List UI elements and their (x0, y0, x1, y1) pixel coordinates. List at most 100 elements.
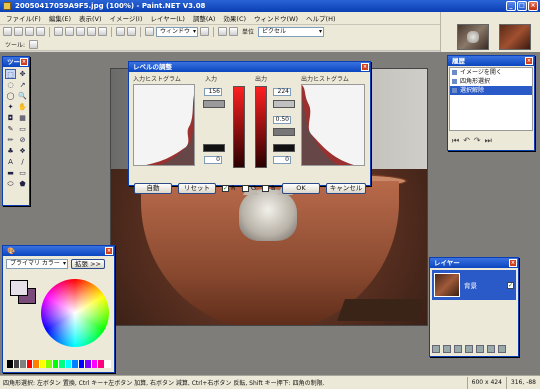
layer-properties-icon[interactable] (498, 345, 506, 353)
minimize-button[interactable]: _ (506, 1, 516, 11)
gradient-icon[interactable]: ▦ (17, 113, 28, 123)
move-up-icon[interactable] (476, 345, 484, 353)
menu-image[interactable]: イメージ(I) (106, 13, 147, 23)
merge-layer-icon[interactable] (465, 345, 473, 353)
output-gamma-field[interactable]: 0.50 (273, 116, 291, 124)
output-low-field[interactable]: 0 (273, 156, 291, 164)
line-icon[interactable]: ∕ (17, 157, 28, 167)
redo-icon[interactable]: ↷ (474, 136, 481, 146)
eraser-icon[interactable]: ▭ (17, 124, 28, 134)
rect-select-icon[interactable]: ⬚ (5, 69, 16, 79)
input-high-field[interactable]: 156 (204, 88, 222, 96)
text-icon[interactable]: A (5, 157, 16, 167)
open-icon[interactable] (14, 27, 23, 36)
close-icon[interactable]: × (525, 57, 533, 65)
new-icon[interactable] (3, 27, 12, 36)
input-low-bar[interactable] (203, 144, 225, 152)
output-gradient[interactable] (255, 86, 267, 168)
menu-file[interactable]: ファイル(F) (2, 13, 45, 23)
menu-adjustments[interactable]: 調整(A) (189, 13, 220, 23)
menu-layers[interactable]: レイヤー(L) (146, 13, 189, 23)
copy-icon[interactable] (65, 27, 74, 36)
expand-button[interactable]: 拡張 >> (71, 259, 105, 269)
window-combo[interactable]: ウィンドウ (156, 26, 198, 37)
grid-icon[interactable] (218, 27, 227, 36)
color-mode-select[interactable]: プライマリ カラー (6, 259, 68, 269)
cut-icon[interactable] (54, 27, 63, 36)
current-tool-icon[interactable] (29, 39, 39, 49)
menu-help[interactable]: ヘルプ(H) (302, 13, 339, 23)
primary-color-swatch[interactable] (10, 280, 28, 296)
close-icon[interactable]: × (509, 259, 517, 267)
deselect-icon[interactable] (98, 27, 107, 36)
menu-effects[interactable]: 効果(C) (219, 13, 250, 23)
input-high-bar[interactable] (203, 100, 225, 108)
ruler-icon[interactable] (229, 27, 238, 36)
zoom-in-icon[interactable] (200, 27, 209, 36)
move-down-icon[interactable] (487, 345, 495, 353)
reset-button[interactable]: リセット (178, 183, 216, 194)
print-icon[interactable] (36, 27, 45, 36)
save-icon[interactable] (25, 27, 34, 36)
fast-forward-icon[interactable]: ⏭ (485, 136, 492, 146)
redo-icon[interactable] (127, 27, 136, 36)
freeform-icon[interactable]: ⬟ (17, 179, 28, 189)
unit-combo[interactable]: ピクセル (258, 26, 325, 37)
close-icon[interactable]: × (105, 247, 113, 255)
pencil-icon[interactable]: ✏ (5, 135, 16, 145)
undo-icon[interactable] (116, 27, 125, 36)
rounded-rect-icon[interactable]: ▭ (17, 168, 28, 178)
output-high-field[interactable]: 224 (273, 88, 291, 96)
ellipse-select-icon[interactable]: ◯ (5, 91, 16, 101)
layer-row[interactable]: 背景 ✓ (432, 270, 516, 300)
move-selection-icon[interactable]: ↗ (17, 80, 28, 90)
menu-edit[interactable]: 編集(E) (45, 13, 75, 23)
color-wheel[interactable] (41, 279, 109, 347)
magic-wand-icon[interactable]: ✦ (5, 102, 16, 112)
palette-swatch[interactable] (104, 360, 111, 368)
channel-b-checkbox[interactable] (262, 185, 269, 192)
undo-icon[interactable]: ↶ (463, 136, 470, 146)
zoom-tool-icon[interactable]: 🔍 (17, 91, 28, 101)
color-palette[interactable] (7, 360, 111, 368)
menu-view[interactable]: 表示(V) (75, 13, 106, 23)
crop-icon[interactable] (87, 27, 96, 36)
input-gradient[interactable] (233, 86, 245, 168)
bucket-icon[interactable]: ◘ (5, 113, 16, 123)
output-high-bar[interactable] (273, 100, 295, 108)
thumbnail-2[interactable] (499, 24, 531, 50)
rewind-icon[interactable]: ⏮ (452, 136, 459, 146)
output-gamma-bar[interactable] (273, 128, 295, 136)
brush-icon[interactable]: ✎ (5, 124, 16, 134)
channel-g-checkbox[interactable] (242, 185, 249, 192)
history-item[interactable]: イメージを開く (450, 68, 532, 77)
duplicate-layer-icon[interactable] (454, 345, 462, 353)
color-picker-icon[interactable]: ⊘ (17, 135, 28, 145)
ellipse-icon[interactable]: ⬭ (5, 179, 16, 189)
history-item-current[interactable]: 選択解除 (450, 86, 532, 95)
delete-layer-icon[interactable] (443, 345, 451, 353)
menu-window[interactable]: ウィンドウ(W) (250, 13, 302, 23)
input-low-field[interactable]: 0 (204, 156, 222, 164)
maximize-button[interactable]: □ (517, 1, 527, 11)
paste-icon[interactable] (76, 27, 85, 36)
rectangle-icon[interactable]: ▬ (5, 168, 16, 178)
pan-icon[interactable]: ✋ (17, 102, 28, 112)
close-button[interactable]: × (528, 1, 538, 11)
add-layer-icon[interactable] (432, 345, 440, 353)
recolor-icon[interactable]: ❖ (17, 146, 28, 156)
channel-r-checkbox[interactable]: ✓ (222, 185, 229, 192)
layer-visible-checkbox[interactable]: ✓ (507, 281, 514, 289)
zoom-icon[interactable] (145, 27, 154, 36)
ok-button[interactable]: OK (282, 183, 320, 194)
clone-stamp-icon[interactable]: ♣ (5, 146, 16, 156)
close-icon[interactable]: × (20, 58, 28, 66)
cancel-button[interactable]: キャンセル (326, 183, 366, 194)
close-icon[interactable]: × (361, 63, 369, 71)
thumbnail-1[interactable] (457, 24, 489, 50)
auto-button[interactable]: 自動 (134, 183, 172, 194)
lasso-icon[interactable]: ◌ (5, 80, 16, 90)
output-low-bar[interactable] (273, 144, 295, 152)
history-item[interactable]: 四角形選択 (450, 77, 532, 86)
move-icon[interactable]: ✥ (17, 69, 28, 79)
